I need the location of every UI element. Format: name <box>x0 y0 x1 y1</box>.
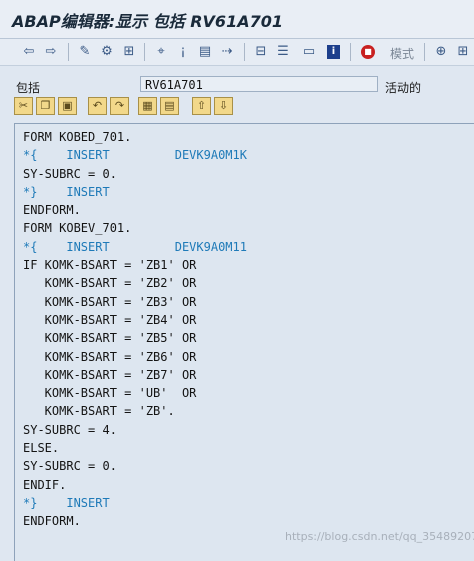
code-editor[interactable]: FORM KOBED_701. *{ INSERT DEVK9A0M1K SY-SU… <box>14 123 474 561</box>
switch-icon[interactable]: ⚙ <box>98 43 116 61</box>
hierarchy-icon[interactable]: ⇢ <box>218 43 236 61</box>
application-toolbar: ⇦ ⇨ ✎ ⚙ ⊞ ⌖ ¡ ▤ ⇢ ⊟ ☰ ▭ i ■ 模式 ⊕ ⊞ <box>0 39 474 66</box>
toolbar-separator <box>144 43 145 61</box>
display-object-list-icon[interactable]: ¡ <box>174 43 192 61</box>
window-icon[interactable]: ▭ <box>300 43 318 61</box>
other-object-icon[interactable]: ⊞ <box>120 43 138 61</box>
toolbar-separator <box>68 43 69 61</box>
save-icon[interactable]: ▦ <box>138 97 157 115</box>
insert-icon[interactable]: ⇧ <box>192 97 211 115</box>
pattern-button[interactable]: 模式 <box>390 45 414 62</box>
forward-icon[interactable]: ⇨ <box>42 43 60 61</box>
code-line: KOMK-BSART = 'ZB6' OR <box>23 349 197 364</box>
title-bar: ABAP编辑器:显示 包括 RV61A701 <box>0 0 474 39</box>
code-line: KOMK-BSART = 'ZB5' OR <box>23 331 197 346</box>
code-line: FORM KOBEV_701. <box>23 221 132 236</box>
undo-icon[interactable]: ↶ <box>88 97 107 115</box>
cut-icon[interactable]: ✂ <box>14 97 33 115</box>
status-label: 活动的 <box>385 81 422 95</box>
toolbar-separator <box>350 43 351 61</box>
navigate-icon[interactable]: ▤ <box>196 43 214 61</box>
comment-line: *} INSERT <box>23 184 110 199</box>
code-line: KOMK-BSART = 'ZB7' OR <box>23 367 197 382</box>
code-line: KOMK-BSART = 'ZB'. <box>23 404 175 419</box>
redo-icon[interactable]: ↷ <box>110 97 129 115</box>
code-line: SY-SUBRC = 4. <box>23 422 117 437</box>
code-line: KOMK-BSART = 'ZB2' OR <box>23 276 197 291</box>
download-icon[interactable]: ⇩ <box>214 97 233 115</box>
code-line: SY-SUBRC = 0. <box>23 459 117 474</box>
code-line: KOMK-BSART = 'ZB3' OR <box>23 294 197 309</box>
include-field[interactable]: RV61A701 <box>140 76 378 92</box>
code-line: ENDIF. <box>23 477 67 492</box>
code-line: SY-SUBRC = 0. <box>23 166 117 181</box>
paste-icon[interactable]: ▣ <box>58 97 77 115</box>
toolbar-separator <box>424 43 425 61</box>
select-all-icon[interactable]: ⊕ <box>432 43 450 61</box>
include-label: 包括 <box>16 81 41 95</box>
toolbar-separator <box>244 43 245 61</box>
stop-icon[interactable]: ■ <box>361 45 375 59</box>
comment-line: *} INSERT <box>23 495 110 510</box>
code-text: FORM KOBED_701. *{ INSERT DEVK9A0M1K SY-SU… <box>23 128 247 531</box>
include-row: 包括 RV61A701 活动的 <box>0 74 474 96</box>
back-icon[interactable]: ⇦ <box>20 43 38 61</box>
comment-line: *{ INSERT DEVK9A0M1K <box>23 148 247 163</box>
code-line: FORM KOBED_701. <box>23 130 132 144</box>
code-line: KOMK-BSART = 'UB' OR <box>23 386 197 401</box>
window-title: ABAP编辑器:显示 包括 RV61A701 <box>12 12 283 31</box>
tree-icon[interactable]: ⊟ <box>252 43 270 61</box>
check-icon[interactable]: ✎ <box>76 43 94 61</box>
code-line: KOMK-BSART = 'ZB4' OR <box>23 312 197 327</box>
where-used-icon[interactable]: ⌖ <box>152 43 170 61</box>
code-line: ELSE. <box>23 441 60 456</box>
more-icon[interactable]: ⊞ <box>454 43 472 61</box>
code-line: ENDFORM. <box>23 514 81 529</box>
watermark-text: https://blog.csdn.net/qq_35489207 <box>285 530 474 543</box>
code-line: ENDFORM. <box>23 203 81 218</box>
upload-icon[interactable]: ▤ <box>160 97 179 115</box>
info-icon[interactable]: i <box>327 45 340 59</box>
code-line: IF KOMK-BSART = 'ZB1' OR <box>23 258 197 273</box>
comment-line: *{ INSERT DEVK9A0M11 <box>23 239 247 254</box>
structure-icon[interactable]: ☰ <box>274 43 292 61</box>
copy-icon[interactable]: ❐ <box>36 97 55 115</box>
